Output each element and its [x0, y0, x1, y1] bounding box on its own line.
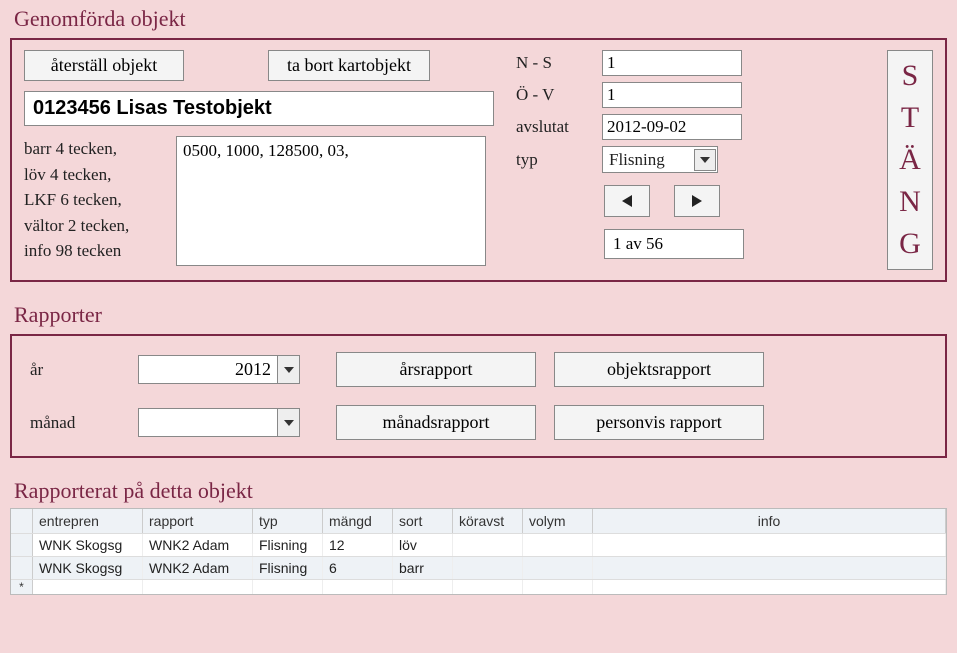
data-textarea[interactable]: 0500, 1000, 128500, 03, [176, 136, 486, 266]
chevron-down-icon[interactable] [278, 355, 300, 384]
cell-sort: barr [393, 557, 453, 579]
cell-sort: löv [393, 534, 453, 556]
object-name-input[interactable] [24, 91, 494, 126]
table-header-row: entrepren rapport typ mängd sort köravst… [11, 509, 946, 533]
cell-info [593, 534, 946, 556]
col-volym[interactable]: volym [523, 509, 593, 533]
reports-panel: år årsrapport objektsrapport månad månad… [10, 334, 947, 458]
close-button[interactable]: S T Ä N G [887, 50, 933, 270]
close-letter: G [899, 223, 921, 265]
hint-line: LKF 6 tecken, [24, 187, 164, 213]
table-new-row[interactable] [11, 579, 946, 594]
close-letter: Ä [899, 139, 921, 181]
objects-panel: återställ objekt ta bort kartobjekt barr… [10, 38, 947, 282]
type-select-value: Flisning [603, 148, 693, 172]
close-letter: T [901, 97, 919, 139]
col-rapport[interactable]: rapport [143, 509, 253, 533]
section-title-objects: Genomförda objekt [0, 0, 957, 34]
month-select[interactable] [138, 408, 318, 437]
table-row[interactable]: WNK Skogsg WNK2 Adam Flisning 12 löv [11, 533, 946, 556]
triangle-left-icon [620, 194, 634, 208]
month-input[interactable] [138, 408, 278, 437]
year-select[interactable] [138, 355, 318, 384]
col-info[interactable]: info [593, 509, 946, 533]
cell-mangd: 12 [323, 534, 393, 556]
row-handle[interactable] [11, 557, 33, 579]
chevron-down-icon[interactable] [694, 149, 716, 171]
cell-volym [523, 534, 593, 556]
type-label: typ [516, 150, 598, 170]
cell-koravst [453, 557, 523, 579]
cell-entrepren: WNK Skogsg [33, 557, 143, 579]
cell-rapport: WNK2 Adam [143, 534, 253, 556]
finished-label: avslutat [516, 117, 598, 137]
delete-mapobject-button[interactable]: ta bort kartobjekt [268, 50, 430, 81]
finished-input[interactable] [602, 114, 742, 140]
object-report-button[interactable]: objektsrapport [554, 352, 764, 387]
col-entrepren[interactable]: entrepren [33, 509, 143, 533]
ns-input[interactable] [602, 50, 742, 76]
hint-line: barr 4 tecken, [24, 136, 164, 162]
table-row[interactable]: WNK Skogsg WNK2 Adam Flisning 6 barr [11, 556, 946, 579]
person-report-button[interactable]: personvis rapport [554, 405, 764, 440]
cell-rapport: WNK2 Adam [143, 557, 253, 579]
close-letter: N [899, 181, 921, 223]
cell-entrepren: WNK Skogsg [33, 534, 143, 556]
close-letter: S [902, 55, 919, 97]
section-title-reported: Rapporterat på detta objekt [0, 472, 957, 506]
year-label: år [30, 360, 120, 380]
section-title-reports: Rapporter [0, 296, 957, 330]
reports-table: entrepren rapport typ mängd sort köravst… [10, 508, 947, 595]
cell-typ: Flisning [253, 534, 323, 556]
cell-volym [523, 557, 593, 579]
hint-line: löv 4 tecken, [24, 162, 164, 188]
cell-info [593, 557, 946, 579]
month-report-button[interactable]: månadsrapport [336, 405, 536, 440]
cell-typ: Flisning [253, 557, 323, 579]
row-handle-header [11, 509, 33, 533]
col-typ[interactable]: typ [253, 509, 323, 533]
year-report-button[interactable]: årsrapport [336, 352, 536, 387]
col-koravst[interactable]: köravst [453, 509, 523, 533]
triangle-right-icon [690, 194, 704, 208]
ov-label: Ö - V [516, 85, 598, 105]
month-label: månad [30, 413, 120, 433]
row-handle[interactable] [11, 534, 33, 556]
reset-object-button[interactable]: återställ objekt [24, 50, 184, 81]
year-input[interactable] [138, 355, 278, 384]
ns-label: N - S [516, 53, 598, 73]
prev-button[interactable] [604, 185, 650, 217]
next-button[interactable] [674, 185, 720, 217]
record-counter[interactable] [604, 229, 744, 259]
new-row-handle[interactable] [11, 580, 33, 594]
cell-mangd: 6 [323, 557, 393, 579]
col-sort[interactable]: sort [393, 509, 453, 533]
field-hints: barr 4 tecken, löv 4 tecken, LKF 6 tecke… [24, 136, 164, 266]
chevron-down-icon[interactable] [278, 408, 300, 437]
hint-line: info 98 tecken [24, 238, 164, 264]
ov-input[interactable] [602, 82, 742, 108]
col-mangd[interactable]: mängd [323, 509, 393, 533]
cell-koravst [453, 534, 523, 556]
hint-line: vältor 2 tecken, [24, 213, 164, 239]
type-select[interactable]: Flisning [602, 146, 718, 173]
